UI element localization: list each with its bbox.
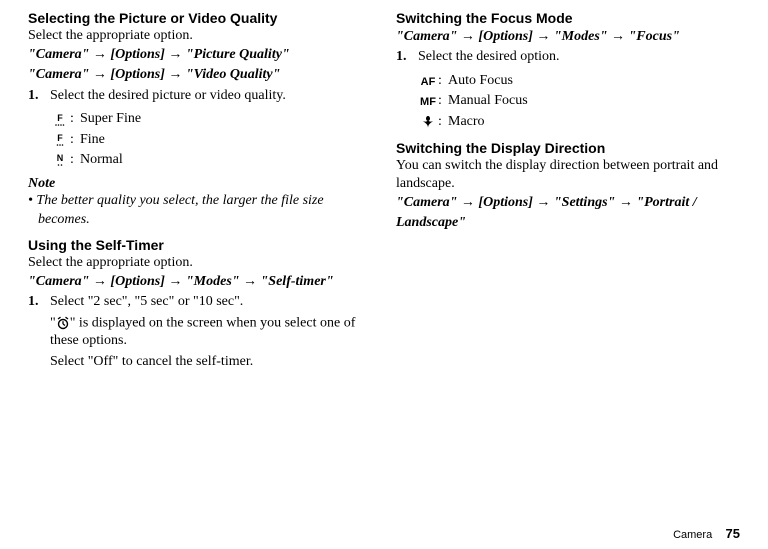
section-self-timer: Using the Self-Timer Select the appropri… bbox=[28, 237, 372, 371]
self-timer-icon bbox=[56, 314, 70, 332]
step-1: Select "2 sec", "5 sec" or "10 sec". bbox=[28, 293, 372, 312]
colon: : bbox=[438, 71, 448, 91]
manual-focus-icon: MF bbox=[418, 94, 438, 108]
fine-icon: F bbox=[50, 133, 70, 147]
page-content: Selecting the Picture or Video Quality S… bbox=[28, 8, 740, 379]
svg-text:F: F bbox=[57, 133, 63, 143]
sub-note: "" is displayed on the screen when you s… bbox=[50, 314, 372, 351]
section-picture-quality: Selecting the Picture or Video Quality S… bbox=[28, 10, 372, 229]
section-display-direction: Switching the Display Direction You can … bbox=[396, 140, 740, 234]
intro-text: Select the appropriate option. bbox=[28, 254, 372, 272]
heading-focus-mode: Switching the Focus Mode bbox=[396, 10, 740, 27]
svg-text:AF: AF bbox=[421, 76, 436, 88]
heading-self-timer: Using the Self-Timer bbox=[28, 237, 372, 254]
left-column: Selecting the Picture or Video Quality S… bbox=[28, 8, 372, 379]
macro-icon bbox=[418, 115, 438, 129]
menu-path-picture: "Camera" → [Options] → "Picture Quality" bbox=[28, 45, 372, 65]
quality-label: Normal bbox=[80, 150, 123, 170]
note-body: • The better quality you select, the lar… bbox=[38, 192, 372, 228]
svg-text:MF: MF bbox=[420, 96, 436, 108]
list-item: : Macro bbox=[418, 112, 740, 132]
section-focus-mode: Switching the Focus Mode "Camera" → [Opt… bbox=[396, 10, 740, 132]
colon: : bbox=[70, 109, 80, 129]
menu-path-video: "Camera" → [Options] → "Video Quality" bbox=[28, 65, 372, 85]
note-label: Note bbox=[28, 176, 372, 192]
focus-icon-list: AF : Auto Focus MF : Manual Focus bbox=[418, 71, 740, 132]
list-item: AF : Auto Focus bbox=[418, 71, 740, 91]
step-1: Select the desired option. bbox=[396, 48, 740, 67]
menu-path-focus: "Camera" → [Options] → "Modes" → "Focus" bbox=[396, 27, 740, 47]
list-item: F : Super Fine bbox=[50, 109, 372, 129]
auto-focus-icon: AF bbox=[418, 74, 438, 88]
steps-list: Select the desired picture or video qual… bbox=[28, 87, 372, 106]
menu-path-display: "Camera" → [Options] → "Settings" → "Por… bbox=[396, 193, 740, 234]
quality-icon-list: F : Super Fine F : Fine N : bbox=[50, 109, 372, 170]
svg-text:F: F bbox=[57, 113, 63, 123]
page-footer: Camera 75 bbox=[673, 526, 740, 541]
steps-list: Select "2 sec", "5 sec" or "10 sec". bbox=[28, 293, 372, 312]
focus-label: Macro bbox=[448, 112, 485, 132]
heading-picture-quality: Selecting the Picture or Video Quality bbox=[28, 10, 372, 27]
list-item: F : Fine bbox=[50, 130, 372, 150]
desc-post: " is displayed on the screen when you se… bbox=[50, 315, 355, 348]
colon: : bbox=[438, 112, 448, 132]
list-item: N : Normal bbox=[50, 150, 372, 170]
note-text: The better quality you select, the large… bbox=[36, 193, 323, 226]
intro-text: Select the appropriate option. bbox=[28, 27, 372, 45]
right-column: Switching the Focus Mode "Camera" → [Opt… bbox=[396, 8, 740, 379]
quality-label: Super Fine bbox=[80, 109, 141, 129]
focus-label: Auto Focus bbox=[448, 71, 513, 91]
quality-label: Fine bbox=[80, 130, 105, 150]
list-item: MF : Manual Focus bbox=[418, 91, 740, 111]
footer-page-number: 75 bbox=[726, 526, 740, 541]
step-1: Select the desired picture or video qual… bbox=[28, 87, 372, 106]
colon: : bbox=[438, 91, 448, 111]
colon: : bbox=[70, 130, 80, 150]
focus-label: Manual Focus bbox=[448, 91, 528, 111]
body-text: You can switch the display direction bet… bbox=[396, 157, 740, 193]
heading-display-direction: Switching the Display Direction bbox=[396, 140, 740, 157]
colon: : bbox=[70, 150, 80, 170]
sub-note-2: Select "Off" to cancel the self-timer. bbox=[50, 353, 372, 371]
svg-text:N: N bbox=[57, 153, 64, 163]
steps-list: Select the desired option. bbox=[396, 48, 740, 67]
footer-section: Camera bbox=[673, 529, 712, 541]
menu-path-self-timer: "Camera" → [Options] → "Modes" → "Self-t… bbox=[28, 272, 372, 292]
normal-icon: N bbox=[50, 153, 70, 167]
super-fine-icon: F bbox=[50, 113, 70, 127]
